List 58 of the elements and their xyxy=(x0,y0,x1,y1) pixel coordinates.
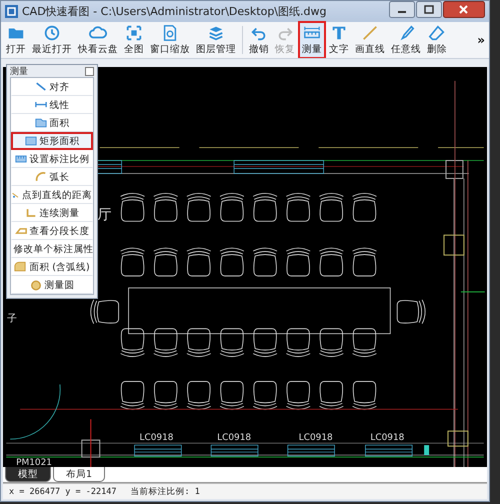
toolbar-button[interactable]: 测量 xyxy=(298,21,326,59)
close-box-icon[interactable] xyxy=(85,66,94,76)
toolbar-button[interactable]: 图层管理 xyxy=(193,22,239,58)
window-title: CAD快速看图 - C:\Users\Administrator\Desktop\图纸.dwg xyxy=(22,4,328,19)
area-icon xyxy=(34,117,46,129)
continuous-measure-icon xyxy=(24,207,36,219)
menu-item[interactable]: 测量圆 xyxy=(11,276,93,294)
toolbar-button[interactable]: 打开 xyxy=(3,22,29,58)
toolbar-button[interactable]: 全图 xyxy=(121,22,147,58)
toolbar-button[interactable]: 快看云盘 xyxy=(75,22,121,58)
line-icon xyxy=(361,24,379,42)
toolbar-button[interactable]: 删除 xyxy=(424,22,450,58)
menu-item[interactable]: 点到直线的距离 xyxy=(11,186,93,204)
door-label: PM1021 xyxy=(16,458,52,467)
menu-item[interactable]: 连续测量 xyxy=(11,204,93,222)
window-label: LC0918 xyxy=(298,433,333,444)
cursor-coordinates: x = 266477 y = -22147 xyxy=(9,486,116,496)
scale-icon xyxy=(14,153,26,165)
toolbar-button[interactable]: 最近打开 xyxy=(29,22,75,58)
fit-view-icon xyxy=(125,24,143,42)
circle-icon xyxy=(30,279,42,291)
menu-item[interactable]: 对齐 xyxy=(11,78,93,96)
window-label: LC0918 xyxy=(370,433,404,444)
layout-tab[interactable]: 模型 xyxy=(5,467,51,482)
minimize-button[interactable] xyxy=(389,1,415,18)
segment-icon xyxy=(14,225,26,237)
app-icon xyxy=(5,5,18,18)
aligned-dimension-icon xyxy=(34,81,46,93)
toolbar-button[interactable]: 撤销 xyxy=(246,22,272,58)
arc-area-icon xyxy=(14,261,26,273)
more-button[interactable]: » xyxy=(475,33,487,47)
menu-item[interactable]: 弧长 xyxy=(11,168,93,186)
window-label: LC0918 xyxy=(140,433,174,444)
panel-title: 测量 xyxy=(10,66,28,78)
menu-item[interactable]: 矩形面积 xyxy=(11,132,93,150)
room-label: 子 xyxy=(7,314,18,325)
scale-status: 当前标注比例: 1 xyxy=(130,486,200,498)
clock-icon xyxy=(43,24,61,42)
toolbar-button[interactable]: 窗口缩放 xyxy=(147,22,193,58)
toolbar-button[interactable]: 任意线 xyxy=(388,22,424,58)
toolbar-button[interactable]: 画直线 xyxy=(352,22,388,58)
arc-icon xyxy=(34,171,46,183)
window-label: LC0918 xyxy=(217,433,252,444)
menu-item[interactable]: 修改单个标注属性 xyxy=(11,240,93,258)
menu-item[interactable]: 设置标注比例 xyxy=(11,150,93,168)
menu-item[interactable]: 面积 (含弧线) xyxy=(11,258,93,276)
room-label: 厅 xyxy=(98,207,112,224)
layers-icon xyxy=(207,24,225,42)
toolbar-button[interactable]: 文字 xyxy=(326,22,352,58)
menu-item[interactable]: 线性 xyxy=(11,96,93,114)
zoom-window-icon xyxy=(161,24,179,42)
rectangle-area-icon xyxy=(24,135,36,147)
text-icon xyxy=(330,24,348,42)
eraser-icon xyxy=(428,24,446,42)
layout-tab[interactable]: 布局1 xyxy=(53,467,106,482)
maximize-button[interactable] xyxy=(416,1,442,18)
menu-item[interactable]: 查看分段长度 xyxy=(11,222,93,240)
close-button[interactable] xyxy=(443,1,485,18)
